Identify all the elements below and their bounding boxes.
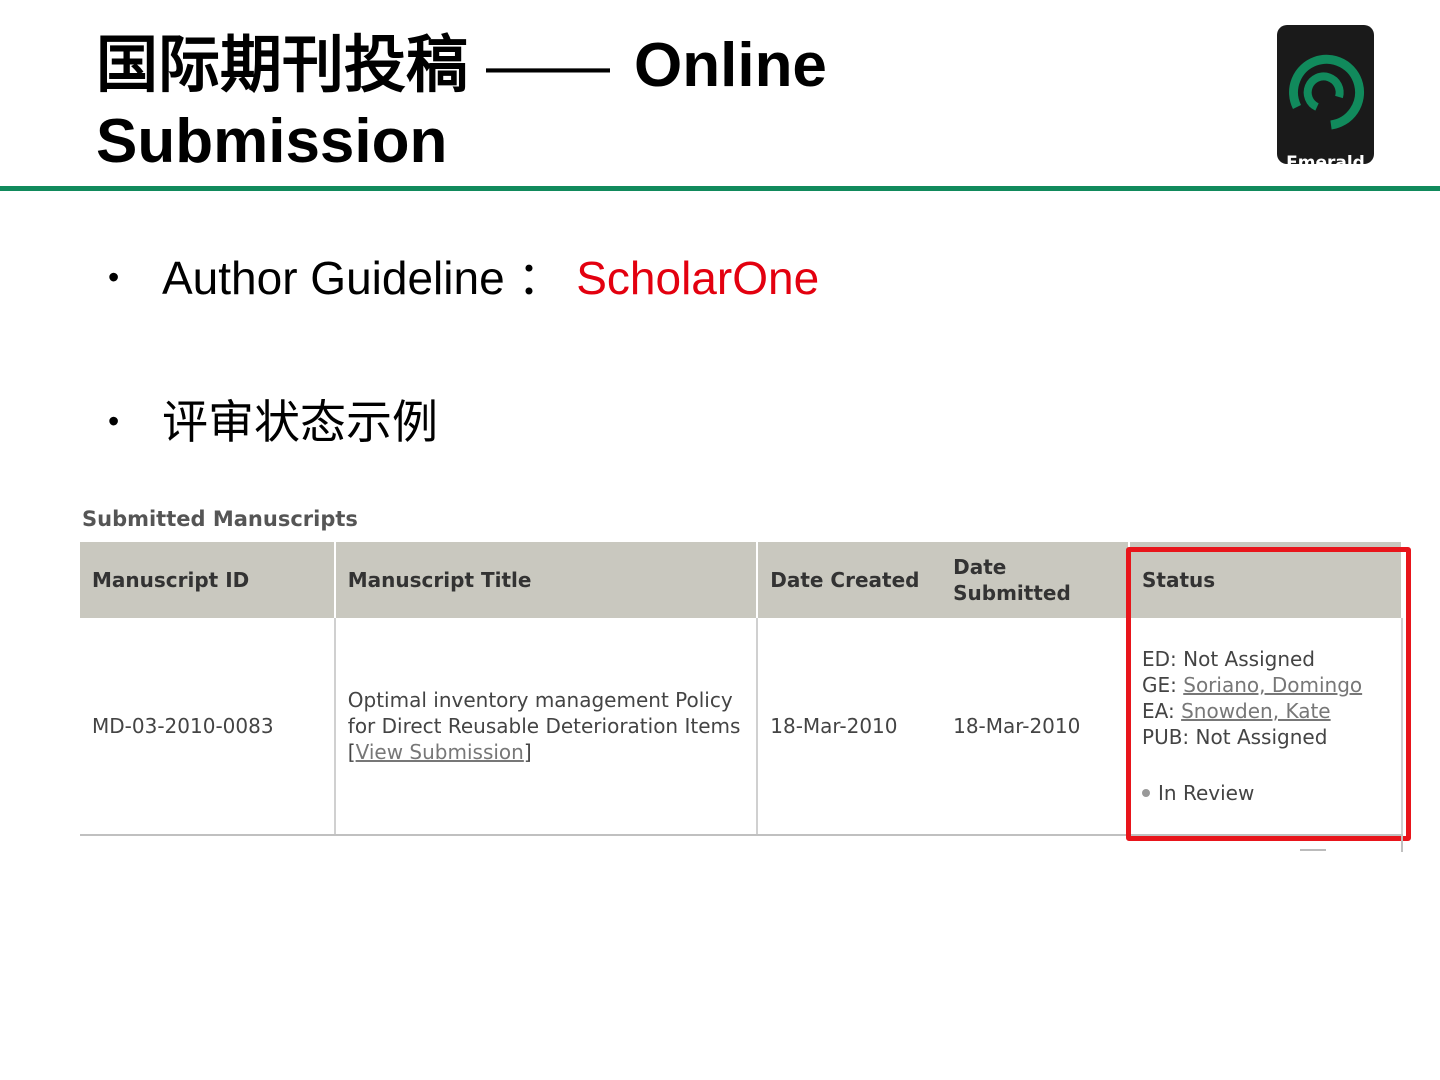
manuscript-title-end: ] [523, 740, 532, 764]
bullet-label: 评审状态示例 [162, 396, 438, 448]
bullet-label: Author Guideline ： [162, 252, 564, 304]
status-ea-link[interactable]: Snowden, Kate [1181, 699, 1331, 723]
scholarone-link[interactable]: ScholarOne [576, 252, 819, 304]
manuscript-title-cell: Optimal inventory management Policy for … [334, 618, 759, 836]
title-dash: —— [486, 31, 611, 100]
table-header-row: Manuscript ID Manuscript Title Date Crea… [80, 542, 1403, 618]
status-pub-value: Not Assigned [1195, 725, 1328, 749]
manuscript-id: MD-03-2010-0083 [80, 618, 336, 836]
status-in-review: In Review [1142, 780, 1389, 806]
status-cell: ED: Not Assigned GE: Soriano, Domingo EA… [1129, 618, 1403, 836]
submitted-manuscripts-heading: Submitted Manuscripts [82, 507, 358, 531]
status-ea-label: EA: [1142, 699, 1175, 723]
logo-text: Emerald [1286, 153, 1365, 173]
column-header-title: Manuscript Title [334, 542, 759, 618]
status-ge-label: GE: [1142, 673, 1177, 697]
title-chinese: 国际期刊投稿 [96, 31, 469, 100]
status-state: In Review [1158, 781, 1255, 805]
slide-title: 国际期刊投稿 —— Online Submission [96, 28, 1096, 180]
column-header-id: Manuscript ID [80, 542, 336, 618]
status-ge-link[interactable]: Soriano, Domingo [1183, 673, 1362, 697]
emerald-logo-icon [1289, 54, 1365, 130]
status-ed: ED: Not Assigned [1142, 646, 1389, 672]
column-header-status: Status [1129, 542, 1403, 618]
bullet-author-guideline: • Author Guideline ： ScholarOne [108, 250, 819, 305]
title-submission: Submission [96, 107, 448, 176]
status-ea: EA: Snowden, Kate [1142, 698, 1389, 724]
emerald-logo: Emerald [1277, 25, 1374, 173]
bullet-dot-icon: • [108, 403, 120, 439]
view-submission-link[interactable]: View Submission [356, 740, 524, 764]
scroll-hint [1300, 849, 1326, 851]
status-dot-icon [1142, 789, 1151, 797]
date-submitted: 18-Mar-2010 [941, 618, 1131, 836]
title-online: Online [634, 31, 827, 100]
manuscripts-table: Manuscript ID Manuscript Title Date Crea… [80, 542, 1403, 836]
status-ed-value: Not Assigned [1183, 647, 1316, 671]
table-edge [1401, 836, 1403, 852]
status-pub: PUB: Not Assigned [1142, 724, 1389, 750]
title-divider [0, 186, 1440, 191]
column-header-date-submitted: Date Submitted [941, 542, 1131, 618]
status-ed-label: ED: [1142, 647, 1177, 671]
status-ge: GE: Soriano, Domingo [1142, 672, 1389, 698]
table-row: MD-03-2010-0083 Optimal inventory manage… [80, 618, 1403, 836]
column-header-date-created: Date Created [757, 542, 942, 618]
bullet-review-status: • 评审状态示例 [108, 394, 438, 449]
date-created: 18-Mar-2010 [757, 618, 942, 836]
status-pub-label: PUB: [1142, 725, 1190, 749]
bullet-dot-icon: • [108, 259, 120, 295]
